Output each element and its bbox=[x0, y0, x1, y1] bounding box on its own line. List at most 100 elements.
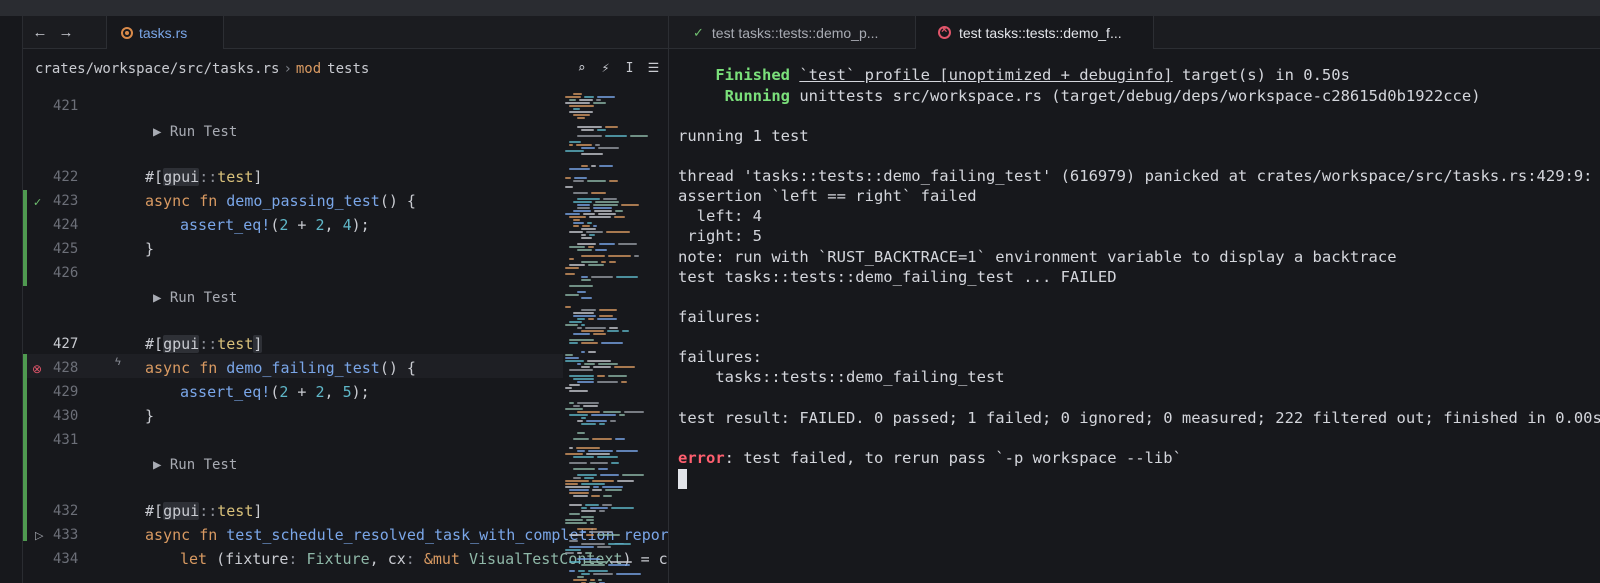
breadcrumb-path[interactable]: crates/workspace/src/tasks.rs bbox=[35, 61, 279, 77]
minimap-line bbox=[615, 210, 623, 212]
run-triangle-icon[interactable]: ▷ bbox=[35, 529, 43, 542]
minimap-line bbox=[593, 366, 611, 368]
minimap-line bbox=[603, 411, 621, 413]
test-passed-icon[interactable]: ✓ bbox=[33, 196, 42, 209]
lightning-icon[interactable]: ϟ bbox=[115, 356, 121, 368]
minimap-line bbox=[577, 135, 602, 137]
line-number: 429 bbox=[53, 384, 79, 400]
minimap-line bbox=[574, 177, 587, 179]
minimap-line bbox=[616, 573, 641, 575]
minimap-line bbox=[577, 249, 592, 251]
code-token: assert_eq! bbox=[180, 383, 271, 401]
minimap-line bbox=[597, 375, 605, 377]
minimap-line bbox=[577, 420, 583, 422]
run-test-codelens[interactable]: ▶ Run Test bbox=[153, 124, 237, 140]
minimap-line bbox=[614, 366, 635, 368]
minimap-line bbox=[616, 450, 638, 452]
minimap-line bbox=[569, 216, 586, 218]
minimap-line bbox=[565, 552, 574, 554]
terminal-line: failures: bbox=[678, 308, 762, 326]
terminal-line: left: 4 bbox=[678, 207, 762, 225]
minimap-line bbox=[618, 243, 637, 245]
code-token: ); bbox=[351, 216, 370, 234]
line-number: 431 bbox=[53, 432, 79, 448]
breadcrumb-mod-name[interactable]: tests bbox=[327, 61, 369, 77]
minimap-line bbox=[577, 576, 584, 578]
minimap-line bbox=[565, 480, 589, 482]
minimap-line bbox=[608, 375, 627, 377]
code-token: ( bbox=[270, 383, 280, 401]
minimap-line bbox=[565, 324, 578, 326]
minimap-line bbox=[584, 363, 595, 365]
minimap-line bbox=[569, 534, 583, 536]
minimap-line bbox=[573, 180, 584, 182]
test-failed-icon[interactable]: ⊗ bbox=[32, 362, 42, 376]
minimap-line bbox=[593, 102, 606, 104]
code-token: [ bbox=[154, 502, 164, 520]
code-token: () { bbox=[379, 359, 416, 377]
minimap-line bbox=[597, 318, 617, 320]
minimap-line bbox=[569, 375, 594, 377]
minimap-line bbox=[565, 294, 579, 296]
code-token: async bbox=[145, 192, 191, 210]
line-number: 433 bbox=[53, 527, 79, 543]
lightning-icon[interactable]: ⚡ bbox=[598, 60, 613, 77]
minimap-line bbox=[569, 489, 589, 491]
code-token: gpui bbox=[163, 335, 200, 353]
minimap-line bbox=[588, 351, 596, 353]
settings-sliders-icon[interactable]: ☰ bbox=[646, 60, 661, 77]
run-test-codelens[interactable]: ▶ Run Test bbox=[153, 457, 237, 473]
minimap-line bbox=[582, 225, 590, 227]
code-token: fn bbox=[199, 359, 218, 377]
minimap-line bbox=[565, 96, 581, 98]
minimap-line bbox=[565, 408, 583, 410]
tab-label: test tasks::tests::demo_p... bbox=[711, 24, 879, 41]
line-number: 426 bbox=[53, 265, 79, 281]
minimap-line bbox=[569, 561, 581, 563]
code-token: # bbox=[145, 335, 155, 353]
minimap-line bbox=[599, 165, 613, 167]
back-arrow-icon[interactable]: ← bbox=[31, 24, 49, 42]
search-icon[interactable]: ⌕ bbox=[574, 60, 589, 77]
tab-tasks-rs[interactable]: tasks.rs bbox=[106, 16, 224, 49]
tab-terminal-failing[interactable]: test tasks::tests::demo_f... bbox=[916, 16, 1154, 49]
forward-arrow-icon[interactable]: → bbox=[57, 24, 75, 42]
minimap-line bbox=[573, 579, 587, 581]
code-token: , bbox=[324, 216, 343, 234]
minimap-line bbox=[622, 330, 629, 332]
minimap-line bbox=[576, 447, 600, 449]
line-number: 423 bbox=[53, 193, 79, 209]
minimap-line bbox=[599, 423, 605, 425]
minimap-line bbox=[598, 147, 619, 149]
minimap-line bbox=[608, 543, 631, 545]
minimap-line bbox=[598, 468, 608, 470]
minimap-line bbox=[598, 579, 602, 581]
minimap-line bbox=[595, 144, 600, 146]
minimap-line bbox=[569, 141, 581, 143]
terminal-cursor bbox=[678, 469, 687, 489]
text-cursor-icon[interactable]: I bbox=[622, 60, 637, 77]
minimap-line bbox=[578, 570, 585, 572]
minimap-line bbox=[573, 222, 584, 224]
minimap-line bbox=[630, 135, 648, 137]
line-number: 430 bbox=[53, 408, 79, 424]
minimap-line bbox=[609, 180, 618, 182]
tab-terminal-passing[interactable]: ✓ test tasks::tests::demo_p... bbox=[669, 16, 916, 49]
run-test-codelens[interactable]: ▶ Run Test bbox=[153, 290, 237, 306]
minimap-line bbox=[569, 111, 593, 113]
minimap[interactable] bbox=[563, 93, 653, 583]
minimap-line bbox=[573, 438, 589, 440]
minimap-line bbox=[605, 135, 627, 137]
minimap-line bbox=[569, 384, 580, 386]
line-number: 422 bbox=[53, 169, 79, 185]
minimap-line bbox=[600, 474, 619, 476]
terminal-token: : test failed, to rerun pass `-p workspa… bbox=[724, 449, 1182, 467]
breadcrumb-mod-keyword[interactable]: mod bbox=[296, 61, 321, 77]
minimap-line bbox=[591, 495, 600, 497]
breadcrumb: crates/workspace/src/tasks.rs › mod test… bbox=[23, 49, 668, 89]
code-token: # bbox=[145, 168, 155, 186]
minimap-line bbox=[585, 327, 606, 329]
code-token: # bbox=[145, 502, 155, 520]
minimap-line bbox=[581, 324, 585, 326]
minimap-line bbox=[573, 405, 580, 407]
